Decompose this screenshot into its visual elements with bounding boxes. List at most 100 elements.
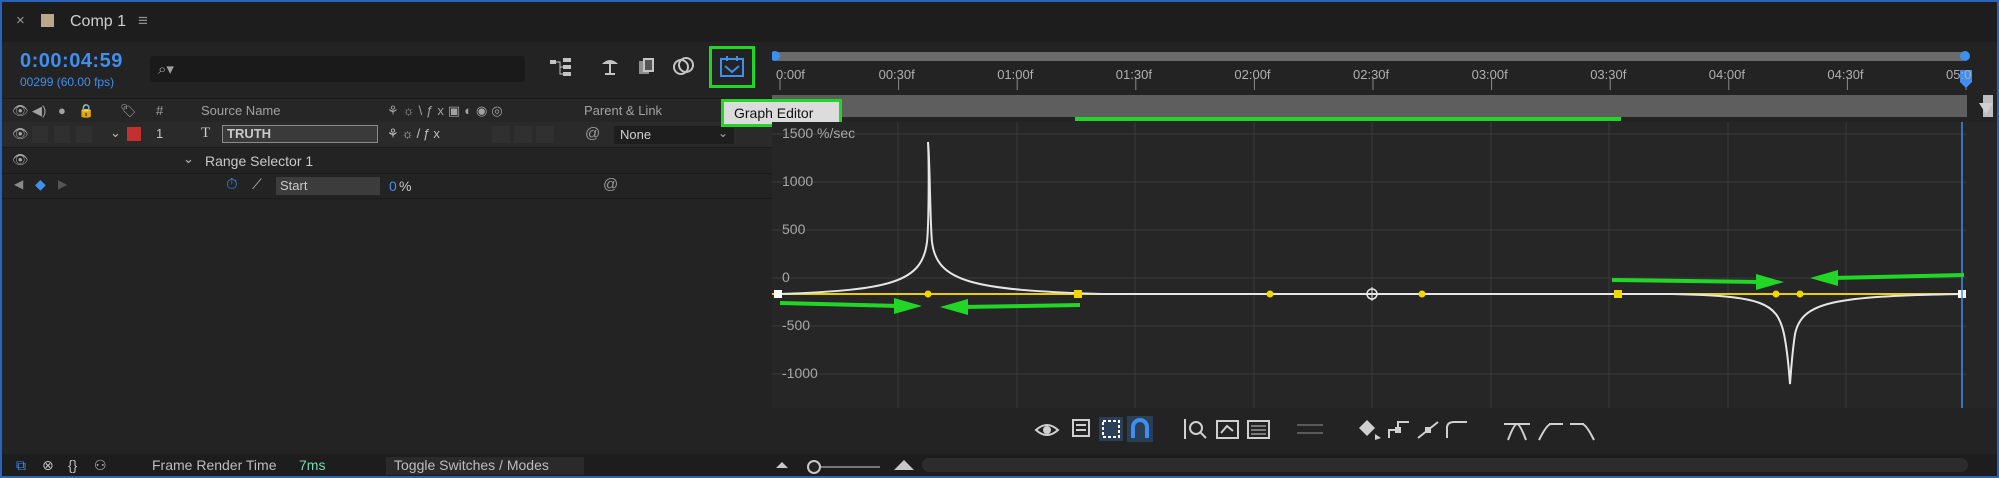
composition-flowchart-icon[interactable] xyxy=(549,57,573,77)
composition-icon[interactable]: ⧉ xyxy=(16,457,26,474)
search-input[interactable]: ⌕▾ xyxy=(150,56,525,82)
y-axis-label: 1000 xyxy=(782,173,813,189)
eye-icon[interactable]: 👁 xyxy=(12,152,29,168)
hold-keyframe-icon[interactable] xyxy=(1386,418,1412,442)
toggle-switches-modes-button[interactable]: Toggle Switches / Modes xyxy=(386,457,584,475)
solo-switch[interactable] xyxy=(54,126,70,143)
layer-switches-toggle-icon[interactable]: ⊗ xyxy=(42,457,54,474)
keyframe-icon[interactable]: ◆ xyxy=(35,176,46,193)
start-value[interactable]: 0 xyxy=(389,178,397,194)
switch-box[interactable] xyxy=(514,126,532,143)
layer-row[interactable]: 👁 ⌄ 1 T TRUTH ⚘☼/ƒx @ None ⌄ xyxy=(2,122,772,148)
auto-bezier-icon[interactable] xyxy=(1444,418,1470,442)
bezier-handle xyxy=(1266,290,1274,298)
range-selector-label[interactable]: Range Selector 1 xyxy=(205,153,313,169)
bezier-handle xyxy=(1772,290,1780,298)
switch-box[interactable] xyxy=(492,126,510,143)
layer-number: 1 xyxy=(156,126,164,141)
ruler-label: 04:00f xyxy=(1708,67,1745,82)
keyframe-edit-icon[interactable] xyxy=(1357,418,1383,442)
graph-editor-toolbar xyxy=(772,408,1997,454)
text-layer-icon: T xyxy=(201,125,211,141)
column-parent-link[interactable]: Parent & Link xyxy=(584,103,662,118)
expression-pickwhip-icon[interactable]: @ xyxy=(603,176,618,193)
bezier-handle xyxy=(1418,290,1426,298)
keyframe-square xyxy=(1614,290,1622,298)
label-icon[interactable]: 🏷 xyxy=(120,103,137,119)
audio-switch[interactable] xyxy=(32,126,48,143)
zoom-icon[interactable] xyxy=(1182,417,1208,441)
keyframe-square xyxy=(1074,290,1082,298)
easy-ease-out-icon[interactable] xyxy=(1568,418,1598,442)
tab-title[interactable]: Comp 1 xyxy=(70,13,126,31)
stopwatch-icon[interactable]: ⏱ xyxy=(226,176,238,193)
frames-info: 00299 (60.00 fps) xyxy=(20,75,115,89)
tooltip-text: Graph Editor xyxy=(734,105,814,121)
solo-icon[interactable]: ● xyxy=(58,103,66,118)
motion-blur-icon[interactable] xyxy=(672,55,696,77)
chevron-down-icon[interactable]: ⌄ xyxy=(183,151,194,167)
audio-icon[interactable]: ◀) xyxy=(32,103,46,119)
easy-ease-icon[interactable] xyxy=(1502,418,1532,442)
eye-icon[interactable]: 👁 xyxy=(12,126,29,142)
column-source-name[interactable]: Source Name xyxy=(201,103,280,118)
pickwhip-icon[interactable]: @ xyxy=(585,125,600,142)
transform-box-icon[interactable] xyxy=(1098,416,1124,442)
start-property-row[interactable]: ◀ ◆ ▶ ⏱ ⟋ Start 0 % @ xyxy=(2,173,772,199)
highlight-annotation xyxy=(1075,117,1621,121)
snap-icon[interactable] xyxy=(1127,416,1153,442)
ruler-label: 03:30f xyxy=(1590,67,1627,82)
lock-icon[interactable]: 🔒 xyxy=(78,103,94,119)
linear-keyframe-icon[interactable] xyxy=(1415,418,1441,442)
search-icon: ⌕▾ xyxy=(158,61,174,78)
y-axis-label: 500 xyxy=(782,221,806,237)
ruler-label: 0:00f xyxy=(776,67,805,82)
shy-layers-icon[interactable] xyxy=(599,55,621,77)
fit-all-icon[interactable] xyxy=(1246,417,1272,441)
after-effects-window: × Comp 1 ≡ 0:00:04:59 00299 (60.00 fps) … xyxy=(0,0,1999,478)
transfer-controls-icon[interactable]: {} xyxy=(68,457,77,473)
y-axis-label: -500 xyxy=(782,317,810,333)
next-keyframe-icon[interactable]: ▶ xyxy=(58,177,67,191)
graph-type-icon[interactable] xyxy=(1071,418,1093,440)
zoom-slider[interactable] xyxy=(774,456,934,474)
timeline-layer-panel: 0:00:04:59 00299 (60.00 fps) ⌕▾ 👁 ◀) ● 🔒… xyxy=(2,42,772,454)
eye-icon[interactable]: 👁 xyxy=(12,103,29,119)
fit-selection-icon[interactable] xyxy=(1215,417,1241,441)
bezier-handle xyxy=(1796,290,1804,298)
switches-icons[interactable]: ⚘☼\ƒx▣◐◉◎ xyxy=(387,103,507,119)
ruler-label: 00:30f xyxy=(878,67,915,82)
parent-select[interactable]: None xyxy=(614,126,734,144)
y-axis-label: 0 xyxy=(782,269,790,285)
chevron-down-icon: ⌄ xyxy=(718,126,729,140)
easy-ease-in-icon[interactable] xyxy=(1535,418,1565,442)
layer-name[interactable]: TRUTH xyxy=(222,125,378,143)
render-time-icon[interactable]: ⚇ xyxy=(94,457,107,474)
eye-icon[interactable] xyxy=(1034,420,1060,440)
range-selector-row[interactable]: 👁 ⌄ Range Selector 1 xyxy=(2,148,772,174)
menu-icon[interactable]: ≡ xyxy=(138,11,148,31)
switch-box[interactable] xyxy=(536,126,554,143)
ruler-label: 02:30f xyxy=(1353,67,1390,82)
horizontal-scrollbar[interactable] xyxy=(922,458,1968,472)
current-timecode[interactable]: 0:00:04:59 xyxy=(20,50,123,73)
prev-keyframe-icon[interactable]: ◀ xyxy=(14,177,23,191)
lock-switch[interactable] xyxy=(76,126,92,143)
frame-blending-icon[interactable] xyxy=(636,55,658,77)
ruler-label: 03:00f xyxy=(1471,67,1508,82)
bezier-handle xyxy=(924,290,932,298)
graph-toggle-icon[interactable]: ⟋ xyxy=(252,176,262,193)
time-ruler[interactable] xyxy=(772,42,1997,122)
chevron-down-icon[interactable]: ⌄ xyxy=(110,125,121,141)
layer-label-color[interactable] xyxy=(127,127,141,141)
ruler-label: 02:00f xyxy=(1234,67,1271,82)
frame-render-label: Frame Render Time xyxy=(152,457,277,473)
layer-column-header: 👁 ◀) ● 🔒 🏷 # Source Name ⚘☼\ƒx▣◐◉◎ Paren… xyxy=(2,98,772,124)
layer-switches[interactable]: ⚘☼/ƒx xyxy=(387,126,443,142)
layer-duration-bar xyxy=(772,95,1967,117)
ruler-label: 01:00f xyxy=(997,67,1034,82)
graph-editor-button[interactable] xyxy=(709,46,755,88)
work-area-bar xyxy=(774,52,1966,61)
close-icon[interactable]: × xyxy=(16,12,25,29)
value-graph[interactable]: 1500 %/sec 1000 500 0 -500 -1000 xyxy=(772,122,1967,408)
